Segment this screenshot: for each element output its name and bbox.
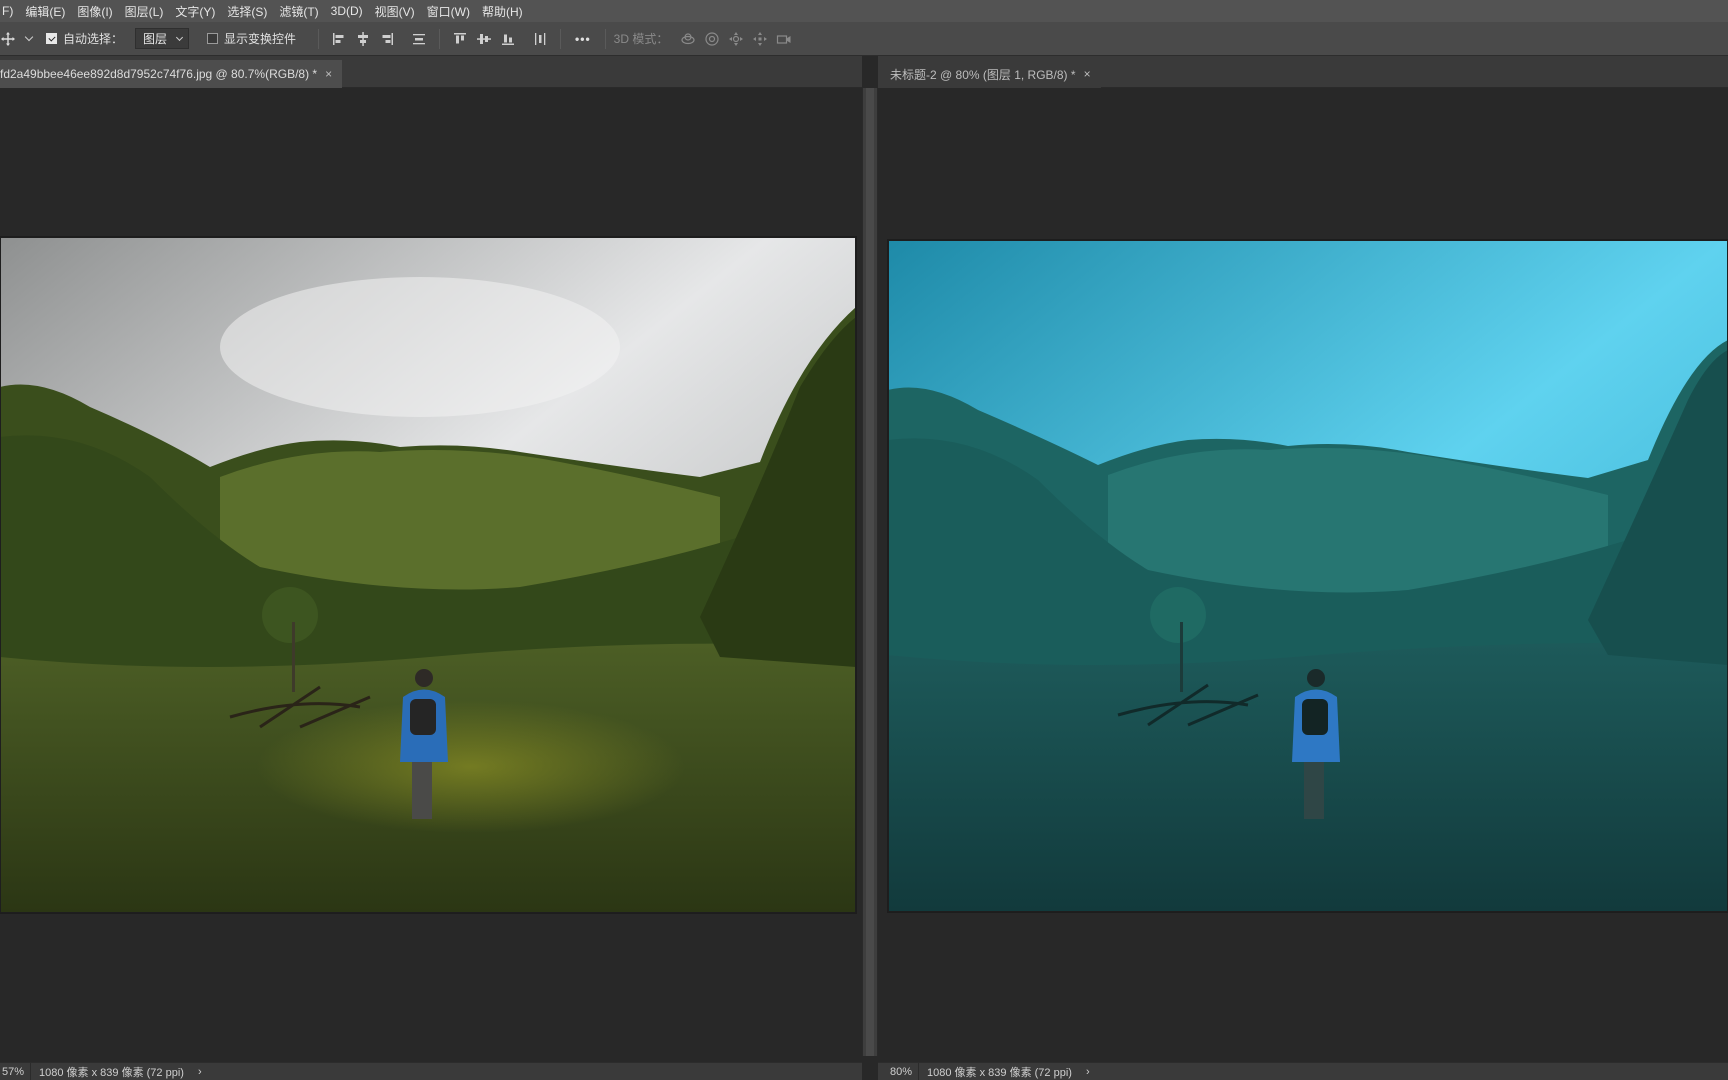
close-icon[interactable]: × [325, 67, 332, 81]
status-menu-arrow[interactable]: › [1086, 1066, 1090, 1078]
document-pane-left: fd2a49bbee46ee892d8d7952c74f76.jpg @ 80.… [0, 56, 862, 1080]
divider [604, 28, 606, 49]
splitter-handle[interactable] [866, 88, 874, 1056]
divider [439, 28, 441, 49]
align-right-icon[interactable] [379, 31, 395, 47]
document-image-edited[interactable] [888, 240, 1728, 912]
more-options-button[interactable]: ••• [575, 32, 591, 46]
menu-filter[interactable]: 滤镜(T) [273, 3, 324, 20]
menu-window[interactable]: 窗口(W) [421, 3, 476, 20]
menu-select[interactable]: 选择(S) [221, 3, 273, 20]
landscape-photo-teal [888, 240, 1728, 912]
align-vertical-center-icon[interactable] [476, 31, 492, 47]
options-bar: 自动选择： 图层 显示变换控件 ••• 3D 模式： [0, 22, 1728, 56]
align-left-icon[interactable] [331, 31, 347, 47]
document-tab-row: fd2a49bbee46ee892d8d7952c74f76.jpg @ 80.… [0, 56, 862, 88]
chevron-down-icon [24, 32, 34, 42]
document-pane-right: 未标题-2 @ 80% (图层 1, RGB/8) * × 80% 1080 像… [878, 56, 1728, 1080]
distribute-vertical-icon[interactable] [411, 31, 427, 47]
document-tab-title: 未标题-2 @ 80% (图层 1, RGB/8) * [890, 67, 1076, 82]
canvas-area[interactable] [0, 88, 862, 1048]
zoom-level[interactable]: 57% [0, 1063, 32, 1080]
zoom-level[interactable]: 80% [878, 1063, 920, 1080]
landscape-photo-original [0, 237, 856, 913]
document-info: 1080 像素 x 839 像素 (72 ppi) [927, 1066, 1072, 1079]
align-top-icon[interactable] [452, 31, 468, 47]
status-bar: 80% 1080 像素 x 839 像素 (72 ppi) › [878, 1062, 1728, 1080]
chevron-down-icon [175, 33, 184, 41]
document-tab-row: 未标题-2 @ 80% (图层 1, RGB/8) * × [878, 56, 1728, 88]
slide-3d-icon[interactable] [752, 31, 768, 47]
status-bar: 57% 1080 像素 x 839 像素 (72 ppi) › [0, 1062, 862, 1080]
document-tab-title: fd2a49bbee46ee892d8d7952c74f76.jpg @ 80.… [0, 67, 318, 81]
pan-3d-icon[interactable] [728, 31, 744, 47]
menu-help[interactable]: 帮助(H) [476, 3, 529, 20]
show-transform-label: 显示变换控件 [224, 32, 297, 46]
auto-select-label: 自动选择： [63, 32, 124, 46]
menu-type[interactable]: 文字(Y) [169, 3, 221, 20]
pane-splitter[interactable] [862, 88, 878, 1056]
distribute-horizontal-icon[interactable] [532, 31, 548, 47]
align-bottom-icon[interactable] [500, 31, 516, 47]
close-icon[interactable]: × [1084, 67, 1091, 81]
menu-view[interactable]: 视图(V) [369, 3, 421, 20]
menu-image[interactable]: 图像(I) [71, 3, 118, 20]
show-transform-checkbox[interactable] [207, 33, 219, 44]
menu-bar: F) 编辑(E) 图像(I) 图层(L) 文字(Y) 选择(S) 滤镜(T) 3… [0, 0, 1728, 22]
align-horizontal-center-icon[interactable] [355, 31, 371, 47]
move-tool-preset[interactable] [0, 31, 40, 47]
menu-file[interactable]: F) [0, 4, 19, 18]
camera-3d-icon[interactable] [776, 31, 792, 47]
menu-3d[interactable]: 3D(D) [325, 4, 369, 18]
document-image-original[interactable] [0, 237, 856, 913]
status-menu-arrow[interactable]: › [198, 1066, 202, 1078]
document-tab-active[interactable]: fd2a49bbee46ee892d8d7952c74f76.jpg @ 80.… [0, 60, 343, 88]
menu-layer[interactable]: 图层(L) [119, 3, 170, 20]
move-icon [0, 31, 16, 47]
auto-select-target-value: 图层 [143, 32, 168, 46]
roll-3d-icon[interactable] [704, 31, 720, 47]
document-tab-inactive[interactable]: 未标题-2 @ 80% (图层 1, RGB/8) * × [878, 60, 1101, 88]
auto-select-target-dropdown[interactable]: 图层 [135, 28, 190, 49]
menu-edit[interactable]: 编辑(E) [19, 3, 71, 20]
orbit-3d-icon[interactable] [680, 31, 696, 47]
auto-select-checkbox[interactable] [46, 33, 57, 44]
divider [560, 28, 562, 49]
document-info: 1080 像素 x 839 像素 (72 ppi) [39, 1066, 184, 1079]
mode-3d-label: 3D 模式： [613, 32, 669, 46]
divider [318, 28, 320, 49]
canvas-area[interactable] [878, 88, 1728, 1048]
